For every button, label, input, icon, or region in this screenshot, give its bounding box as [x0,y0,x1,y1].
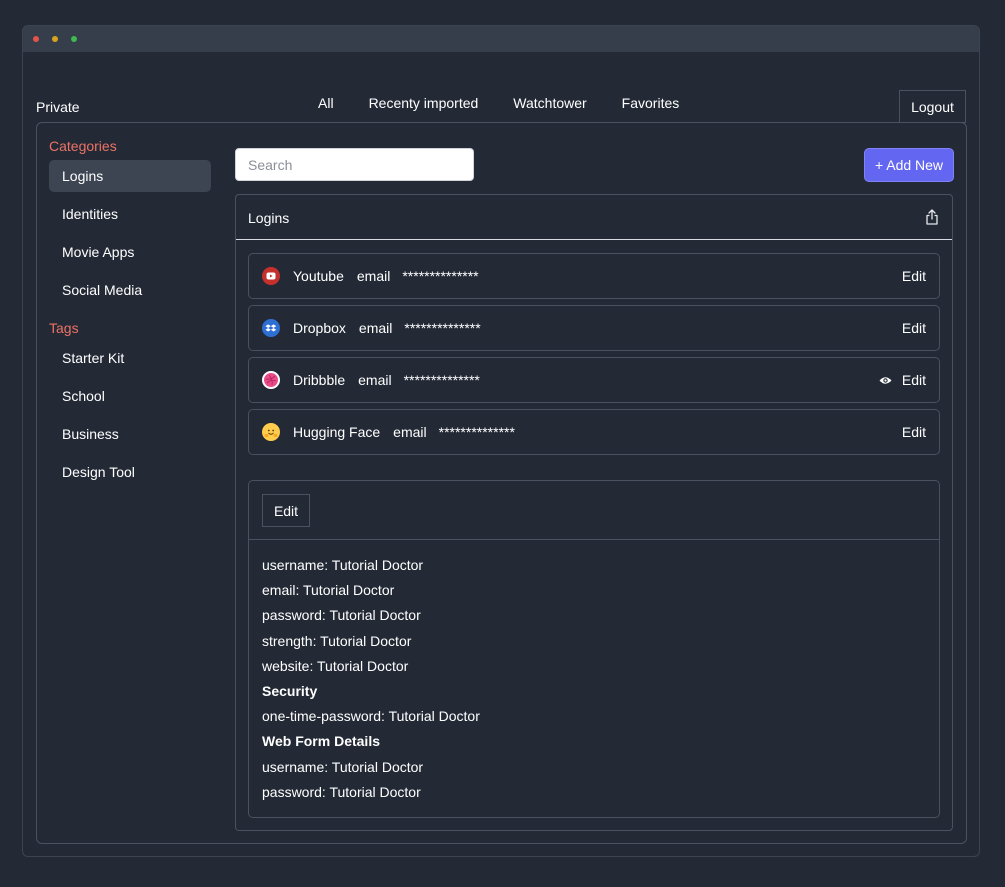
tab-watchtower[interactable]: Watchtower [513,95,586,111]
detail-field: email: Tutorial Doctor [262,582,395,599]
login-password: ************** [402,268,479,284]
login-name: Hugging Face [293,424,381,440]
vault-name: Private [36,99,80,115]
login-name: Dropbox [293,320,346,336]
dropbox-icon [262,319,280,337]
top-nav: Private All Recenty imported Watchtower … [23,52,979,123]
row-actions: Edit [879,372,926,388]
detail-header: Edit [249,481,939,540]
detail-field: strength: Tutorial Doctor [262,632,412,649]
sidebar-item-logins[interactable]: Logins [49,160,211,192]
login-name: Dribbble [293,372,346,388]
minimize-window-button[interactable] [52,36,58,42]
login-field: email [358,320,393,336]
edit-button[interactable]: Edit [902,320,926,336]
tab-recently-imported[interactable]: Recenty imported [369,95,479,111]
logout-button[interactable]: Logout [899,90,966,123]
login-password: ************** [438,424,515,440]
detail-field: username: Tutorial Doctor [262,758,424,775]
eye-icon[interactable] [879,376,892,385]
sidebar-tag-business[interactable]: Business [49,418,211,450]
login-row-youtube[interactable]: Youtube email ************** Edit [248,253,940,299]
edit-button[interactable]: Edit [902,424,926,440]
sidebar-tag-design-tool[interactable]: Design Tool [49,456,211,488]
app-window: Private All Recenty imported Watchtower … [22,25,980,857]
login-row-dropbox[interactable]: Dropbox email ************** Edit [248,305,940,351]
login-row-dribbble[interactable]: Dribbble email ************** Edit [248,357,940,403]
add-new-button[interactable]: + Add New [864,148,954,182]
search-input[interactable] [235,148,474,181]
panel-title: Logins [248,210,290,226]
row-actions: Edit [902,268,926,284]
detail-section-heading: Web Form Details [262,733,380,750]
sidebar: Categories Logins Identities Movie Apps … [49,123,211,494]
nav-tabs: All Recenty imported Watchtower Favorite… [318,95,714,111]
main-container: Categories Logins Identities Movie Apps … [36,122,967,844]
login-field: email [393,424,427,440]
detail-section-heading: Security [262,682,318,699]
sidebar-item-social-media[interactable]: Social Media [49,274,211,306]
login-detail-card: Edit username: Tutorial Doctor email: Tu… [248,480,940,818]
detail-field: password: Tutorial Doctor [262,607,421,624]
edit-button[interactable]: Edit [902,268,926,284]
detail-field: website: Tutorial Doctor [262,657,409,674]
tab-all[interactable]: All [318,95,334,111]
detail-field: username: Tutorial Doctor [262,557,424,573]
panel-header: Logins [236,195,952,240]
hugging-face-icon [262,423,280,441]
youtube-icon [262,267,280,285]
row-actions: Edit [902,424,926,440]
login-name: Youtube [293,268,344,284]
detail-field: one-time-password: Tutorial Doctor [262,708,480,725]
sidebar-tag-starter-kit[interactable]: Starter Kit [49,342,211,374]
sidebar-tag-school[interactable]: School [49,380,211,412]
row-actions: Edit [902,320,926,336]
detail-edit-button[interactable]: Edit [262,494,310,527]
dribbble-icon [262,371,280,389]
login-field: email [356,268,391,284]
detail-body: username: Tutorial Doctor email: Tutoria… [249,540,939,809]
login-field: email [358,372,392,388]
categories-heading: Categories [49,138,117,154]
tags-heading: Tags [49,320,79,336]
share-icon[interactable] [925,209,939,225]
maximize-window-button[interactable] [71,36,77,42]
tab-favorites[interactable]: Favorites [622,95,680,111]
login-password: ************** [403,372,480,388]
logins-panel: Logins Youtube email ************** Edit… [235,194,953,831]
close-window-button[interactable] [33,36,39,42]
edit-button[interactable]: Edit [902,372,926,388]
detail-field: password: Tutorial Doctor [262,783,421,800]
sidebar-item-identities[interactable]: Identities [49,198,211,230]
title-bar [23,26,979,52]
sidebar-item-movie-apps[interactable]: Movie Apps [49,236,211,268]
login-row-hugging-face[interactable]: Hugging Face email ************** Edit [248,409,940,455]
login-password: ************** [404,320,481,336]
